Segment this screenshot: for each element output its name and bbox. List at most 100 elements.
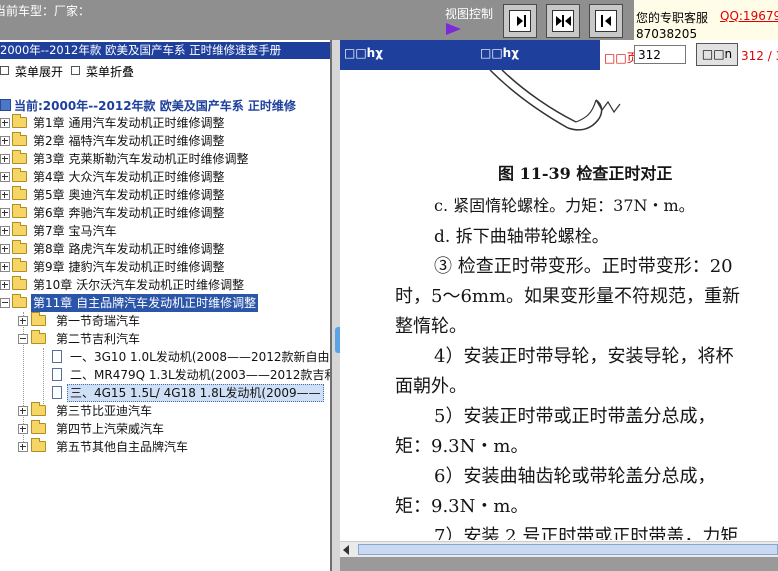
figure-caption: 图 11-39 检查正时对正 (498, 164, 673, 183)
view-arrow-icon (446, 23, 461, 35)
expand-icon (0, 66, 9, 75)
doc-line-7: 面朝外。 (395, 376, 467, 397)
top-toolbar: 当前车型：厂家： 视图控制 您的专职客服 QQ:19679 87038205 (0, 0, 778, 41)
view-right-panel-button[interactable] (503, 4, 537, 38)
expand-plus-icon[interactable] (0, 172, 10, 182)
folder-icon (12, 114, 27, 128)
section-label: 第三节比亚迪汽车 (56, 404, 153, 418)
computer-icon (0, 99, 11, 111)
split-arrows-icon (552, 10, 574, 32)
doc-label: 二、MR479Q 1.3L发动机(2003——2012款吉利 (70, 368, 332, 382)
section-label: 第一节奇瑞汽车 (56, 314, 141, 328)
timing-diagram-figure (489, 70, 621, 131)
chapter-label: 第5章 奥迪汽车发动机正时维修调整 (33, 188, 225, 202)
folder-icon (12, 258, 27, 272)
document-icon (52, 386, 62, 399)
expand-plus-icon[interactable] (18, 316, 28, 326)
folder-icon (12, 204, 27, 218)
expand-plus-icon[interactable] (0, 262, 10, 272)
toolbar-button-1[interactable]: □□hχ (344, 46, 383, 60)
page-number-input[interactable] (634, 45, 686, 64)
folder-icon (31, 420, 46, 434)
doc-line-11: 矩：9.3N・m。 (395, 496, 529, 517)
status-strip (340, 557, 778, 571)
expand-plus-icon[interactable] (0, 154, 10, 164)
scrollbar-thumb[interactable] (358, 544, 778, 555)
section-label: 第四节上汽荣威汽车 (56, 422, 165, 436)
expand-plus-icon[interactable] (0, 280, 10, 290)
view-left-panel-button[interactable] (589, 4, 623, 38)
folder-icon (12, 150, 27, 164)
chapter-label: 第6章 奔驰汽车发动机正时维修调整 (33, 206, 225, 220)
expand-plus-icon[interactable] (18, 406, 28, 416)
expand-plus-icon[interactable] (0, 208, 10, 218)
folder-icon (12, 132, 27, 146)
doc-label-selected: 三、4G15 1.5L/ 4G18 1.8L发动机(2009—— (67, 384, 324, 402)
chapter-label: 第7章 宝马汽车 (33, 224, 117, 238)
folder-icon (31, 312, 46, 326)
chapter-label-selected: 第11章 自主品牌汽车发动机正时维修调整 (31, 294, 259, 312)
folder-icon (31, 402, 46, 416)
menu-collapse-label: 菜单折叠 (86, 65, 135, 79)
doc-line-4: 时，5～6mm。如果变形量不符规范，重新 (395, 286, 741, 307)
folder-icon (12, 276, 27, 290)
menu-expand-link[interactable]: 菜单展开 (0, 63, 63, 80)
document-page: 图 11-39 检查正时对正 c. 紧固惰轮螺栓。力矩：37N・m。 d. 拆下… (340, 70, 778, 540)
view-control-label: 视图控制 (445, 7, 494, 21)
collapse-icon (71, 66, 80, 75)
collapse-minus-icon[interactable] (0, 298, 10, 308)
doc-line-9: 矩：9.3N・m。 (395, 436, 529, 457)
panel-splitter[interactable] (332, 40, 340, 571)
doc-line-1: c. 紧固惰轮螺栓。力矩：37N・m。 (434, 196, 695, 215)
doc-line-3: ③ 检查正时带变形。正时带变形：20 (434, 256, 733, 277)
customer-service-box: 您的专职客服 QQ:19679 87038205 (634, 0, 778, 41)
folder-icon (12, 240, 27, 254)
folder-icon (12, 168, 27, 182)
doc-line-2: d. 拆下曲轴带轮螺栓。 (434, 227, 609, 247)
qq-link[interactable]: QQ:19679 (720, 9, 778, 23)
chapter-label: 第3章 克莱斯勒汽车发动机正时维修调整 (33, 152, 249, 166)
folder-open-icon (31, 330, 46, 344)
doc-line-8: 5）安装正时带或正时带盖分总成， (434, 406, 716, 427)
doc-line-12: 7）安装 2 号正时带或正时带盖，力矩 (434, 526, 739, 540)
doc-label: 一、3G10 1.0L发动机(2008——2012款新自由 (70, 350, 330, 364)
doc-line-6: 4）安装正时带导轮，安装导轮，将杯 (434, 346, 734, 367)
expand-plus-icon[interactable] (0, 190, 10, 200)
go-to-page-button[interactable]: □□n (696, 43, 738, 66)
chapter-label: 第2章 福特汽车发动机正时维修调整 (33, 134, 225, 148)
expand-plus-icon[interactable] (18, 442, 28, 452)
page-navigator: □□页 □□n 312 / 3 (600, 40, 778, 70)
chapter-label: 第10章 沃尔沃汽车发动机正时维修调整 (33, 278, 245, 292)
chapter-label: 第9章 捷豹汽车发动机正时维修调整 (33, 260, 225, 274)
page-count: 312 / 3 (741, 49, 778, 63)
expand-plus-icon[interactable] (0, 118, 10, 128)
current-location-label: 当前:2000年--2012年款 欧美及国产车系 正时维修 (14, 99, 296, 113)
folder-icon (12, 222, 27, 236)
expand-plus-icon[interactable] (18, 424, 28, 434)
expand-plus-icon[interactable] (0, 226, 10, 236)
horizontal-scrollbar[interactable] (340, 541, 778, 558)
section-label: 第五节其他自主品牌汽车 (56, 440, 189, 454)
folder-open-icon (12, 294, 27, 308)
folder-icon (12, 186, 27, 200)
arrow-right-icon (509, 10, 531, 32)
current-location: 当前:2000年--2012年款 欧美及国产车系 正时维修 (0, 97, 296, 114)
navigation-panel: 2000年--2012年款 欧美及国产车系 正时维修速查手册 菜单展开 菜单折叠… (0, 40, 332, 571)
doc-line-10: 6）安装曲轴齿轮或带轮盖分总成， (434, 466, 716, 487)
menu-collapse-link[interactable]: 菜单折叠 (71, 63, 134, 80)
manual-title: 2000年--2012年款 欧美及国产车系 正时维修速查手册 (0, 42, 330, 59)
scroll-left-icon[interactable] (343, 545, 349, 555)
chapter-label: 第8章 路虎汽车发动机正时维修调整 (33, 242, 225, 256)
collapse-minus-icon[interactable] (18, 334, 28, 344)
toolbar-button-2[interactable]: □□hχ (480, 46, 519, 60)
expand-plus-icon[interactable] (0, 136, 10, 146)
tree-connector (43, 348, 44, 406)
expand-plus-icon[interactable] (0, 244, 10, 254)
arrow-left-icon (595, 10, 617, 32)
section-label: 第二节吉利汽车 (56, 332, 141, 346)
service-label: 您的专职客服 (636, 11, 709, 25)
view-split-button[interactable] (546, 4, 580, 38)
chapter-label: 第4章 大众汽车发动机正时维修调整 (33, 170, 225, 184)
folder-icon (31, 438, 46, 452)
document-icon (52, 350, 62, 363)
